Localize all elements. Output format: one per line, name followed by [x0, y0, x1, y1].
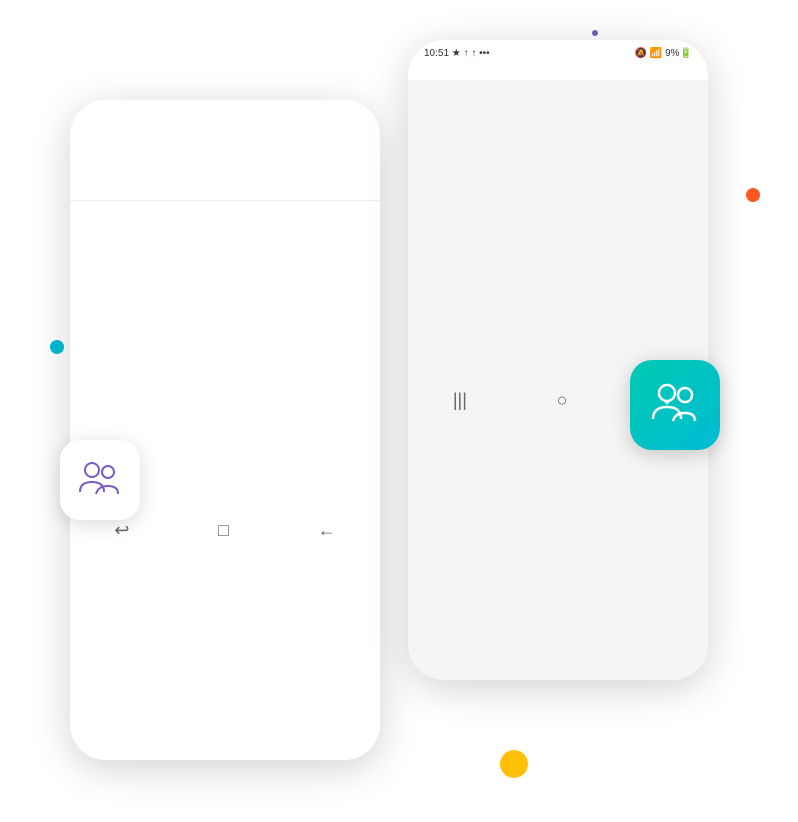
right-status-right: 🔕 📶 9%🔋	[635, 48, 692, 59]
nav-home-icon[interactable]: □	[218, 520, 229, 541]
nav-recent-icon[interactable]: ←	[318, 520, 336, 541]
nav-back-icon[interactable]: ↩	[114, 520, 129, 541]
decorative-dot-orange	[746, 188, 760, 202]
right-status-left: 10:51 ★ ↑ ↑ •••	[424, 48, 490, 59]
decorative-dot-teal	[50, 340, 64, 354]
family-badge-left	[60, 440, 140, 520]
decorative-dot-yellow	[500, 750, 528, 778]
family-icon-right	[643, 373, 707, 437]
right-status-bar: 10:51 ★ ↑ ↑ ••• 🔕 📶 9%🔋	[408, 40, 708, 63]
decorative-dot-small-2	[592, 30, 598, 36]
family-badge-right	[630, 360, 720, 450]
nav-menu-icon[interactable]: |||	[453, 390, 467, 411]
nav-home-icon[interactable]: ○	[557, 390, 568, 411]
left-phone: ☰ □ ✓ ••• 🔕 WiFi 32%🔋 11:41 ‹ Activity R…	[70, 100, 380, 760]
family-icon-left	[72, 452, 128, 508]
